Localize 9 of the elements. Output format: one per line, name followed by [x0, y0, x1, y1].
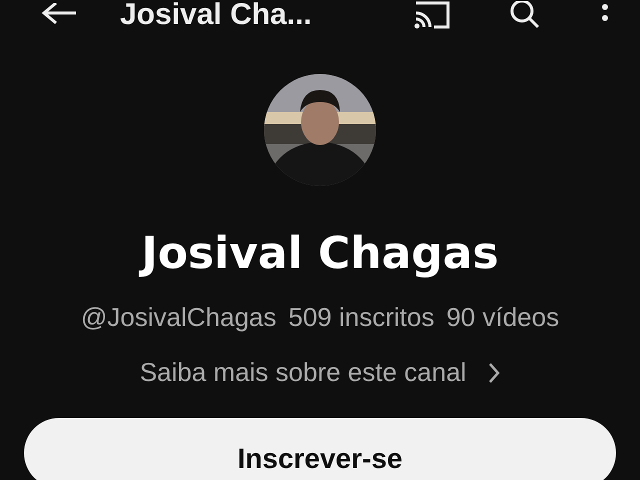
subscriber-count: 509 inscritos [288, 302, 434, 333]
chevron-right-icon [488, 362, 500, 384]
channel-handle: @JosivalChagas [80, 302, 276, 333]
cast-icon[interactable] [412, 1, 452, 29]
channel-title: Josival Cha... [120, 0, 313, 32]
about-channel-link[interactable]: Saiba mais sobre este canal [140, 357, 500, 388]
video-count: 90 vídeos [446, 302, 560, 333]
channel-name: Josival Chagas [0, 226, 640, 282]
subscribe-button[interactable]: Inscrever-se [24, 418, 616, 480]
